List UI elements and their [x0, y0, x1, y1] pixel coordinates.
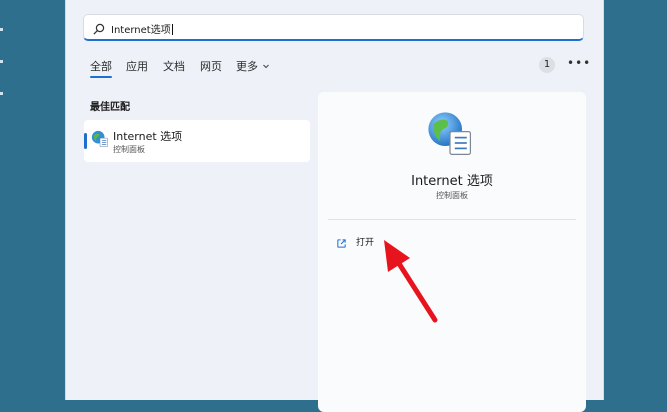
annotation-arrow-icon — [384, 240, 438, 323]
